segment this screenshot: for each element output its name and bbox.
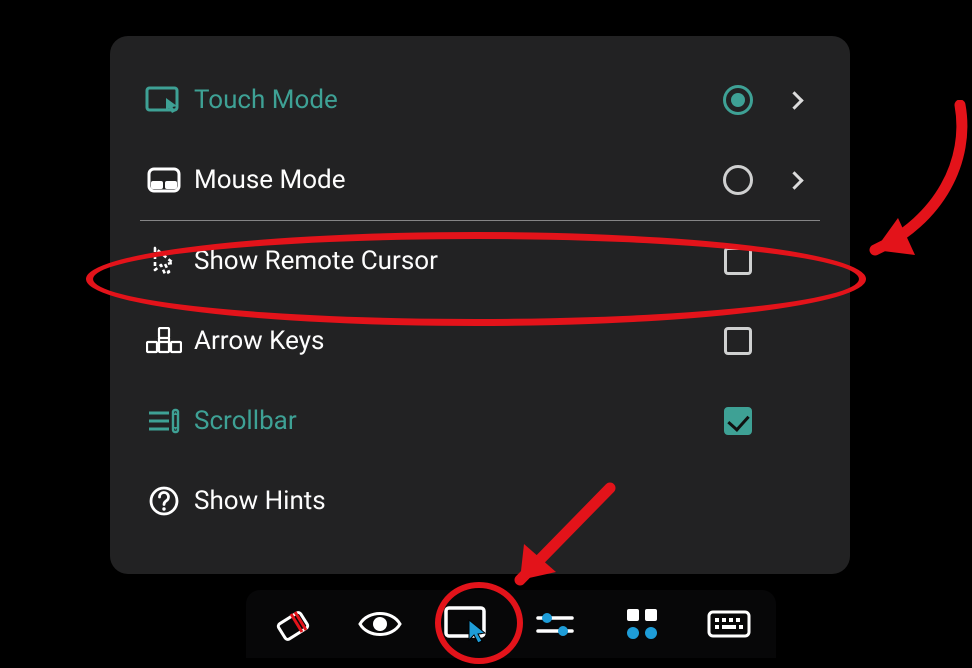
- grid-icon: [624, 606, 660, 642]
- row-show-remote-cursor[interactable]: Show Remote Cursor: [138, 221, 822, 301]
- toolbar-keyboard[interactable]: [705, 597, 754, 651]
- touch-mode-chevron[interactable]: [766, 94, 822, 107]
- show-remote-cursor-checkbox[interactable]: [710, 247, 766, 275]
- arrow-keys-label: Arrow Keys: [190, 326, 710, 356]
- toolbar-grid[interactable]: [617, 597, 666, 651]
- touch-mode-radio[interactable]: [710, 85, 766, 115]
- mouse-mode-radio[interactable]: [710, 165, 766, 195]
- sliders-icon: [535, 609, 575, 639]
- row-touch-mode[interactable]: Touch Mode: [138, 60, 822, 140]
- help-icon: [138, 485, 190, 517]
- mouse-mode-label: Mouse Mode: [190, 165, 710, 195]
- scrollbar-label: Scrollbar: [190, 406, 710, 436]
- show-remote-cursor-label: Show Remote Cursor: [190, 246, 710, 276]
- pointer-screen-icon: [443, 604, 491, 644]
- scrollbar-icon: [138, 408, 190, 434]
- touch-screen-icon: [138, 85, 190, 115]
- toolbar-settings[interactable]: [530, 597, 579, 651]
- show-hints-label: Show Hints: [190, 486, 710, 516]
- eraser-icon: [273, 604, 313, 644]
- toolbar-pointer[interactable]: [443, 597, 492, 651]
- input-mode-panel: Touch Mode Mouse Mode Show Remote Cursor: [110, 36, 850, 574]
- arrow-keys-checkbox[interactable]: [710, 327, 766, 355]
- bottom-toolbar: [246, 590, 776, 658]
- toolbar-view[interactable]: [355, 597, 404, 651]
- mouse-mode-chevron[interactable]: [766, 174, 822, 187]
- arrow-keys-icon: [138, 327, 190, 355]
- row-show-hints[interactable]: Show Hints: [138, 461, 822, 541]
- row-scrollbar[interactable]: Scrollbar: [138, 381, 822, 461]
- keyboard-icon: [707, 609, 751, 639]
- mouse-icon: [138, 167, 190, 193]
- cursor-outline-icon: [138, 245, 190, 277]
- row-arrow-keys[interactable]: Arrow Keys: [138, 301, 822, 381]
- touch-mode-label: Touch Mode: [190, 85, 710, 115]
- scrollbar-checkbox[interactable]: [710, 407, 766, 435]
- row-mouse-mode[interactable]: Mouse Mode: [138, 140, 822, 220]
- toolbar-eraser[interactable]: [268, 597, 317, 651]
- eye-icon: [358, 608, 402, 640]
